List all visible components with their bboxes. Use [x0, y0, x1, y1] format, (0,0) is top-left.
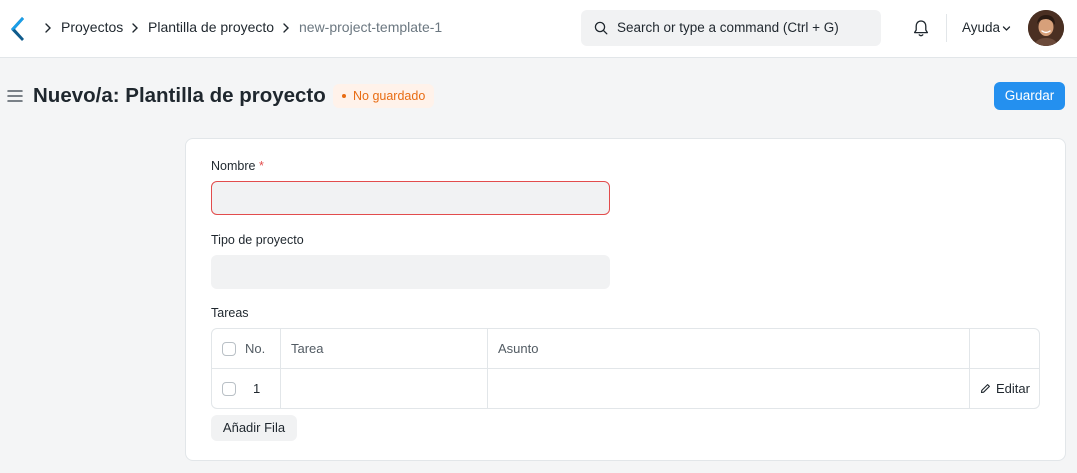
row-number: 1: [253, 381, 261, 396]
help-menu-button[interactable]: Ayuda: [962, 20, 1000, 35]
name-label: Nombre *: [211, 159, 264, 173]
tasks-table: No. Tarea Asunto 1 Editar: [211, 328, 1040, 409]
header-cell-task: Tarea: [281, 329, 488, 369]
chevron-right-icon: [283, 23, 289, 33]
save-button[interactable]: Guardar: [994, 82, 1065, 110]
row-edit-label: Editar: [996, 381, 1030, 396]
tasks-label: Tareas: [211, 306, 249, 320]
chevron-down-icon: [1002, 26, 1011, 31]
table-row[interactable]: 1 Editar: [212, 369, 1039, 408]
header-no: No.: [245, 341, 266, 356]
pencil-icon: [980, 384, 990, 394]
header-cell-no: No.: [212, 329, 281, 369]
header-cell-subject: Asunto: [488, 329, 970, 369]
status-badge: No guardado: [333, 84, 435, 108]
form-card: Nombre * Tipo de proyecto Tareas No. Tar…: [185, 138, 1066, 461]
chevron-right-icon: [132, 23, 138, 33]
row-cell-task[interactable]: [281, 369, 488, 408]
row-select-checkbox[interactable]: [222, 382, 236, 396]
notification-bell-icon[interactable]: [912, 19, 930, 38]
project-type-label: Tipo de proyecto: [211, 233, 304, 247]
app-logo-icon[interactable]: [10, 16, 26, 42]
required-mark: *: [258, 159, 264, 173]
row-edit-button[interactable]: Editar: [970, 369, 1039, 408]
row-cell-no: 1: [212, 369, 281, 408]
header-subject: Asunto: [498, 341, 539, 356]
search-placeholder: Search or type a command (Ctrl + G): [617, 20, 839, 35]
chevron-right-icon: [45, 23, 51, 33]
avatar-photo-icon: [1028, 10, 1064, 46]
name-field[interactable]: [211, 181, 610, 215]
breadcrumb-proyectos[interactable]: Proyectos: [61, 19, 123, 35]
navbar: Proyectos Plantilla de proyecto new-proj…: [0, 0, 1077, 58]
navbar-divider: [946, 14, 947, 42]
name-label-text: Nombre: [211, 159, 256, 173]
page-title: Nuevo/a: Plantilla de proyecto: [33, 84, 326, 107]
search-icon: [594, 21, 608, 35]
breadcrumb-current: new-project-template-1: [299, 19, 443, 35]
header-cell-actions: [970, 329, 1039, 369]
search-input[interactable]: Search or type a command (Ctrl + G): [581, 10, 881, 46]
header-task: Tarea: [291, 341, 324, 356]
project-type-field[interactable]: [211, 255, 610, 289]
breadcrumb-plantilla-de-proyecto[interactable]: Plantilla de proyecto: [148, 19, 274, 35]
table-header-row: No. Tarea Asunto: [212, 329, 1039, 369]
user-avatar[interactable]: [1028, 10, 1064, 46]
row-cell-subject[interactable]: [488, 369, 970, 408]
select-all-checkbox[interactable]: [222, 342, 236, 356]
add-row-button[interactable]: Añadir Fila: [211, 415, 297, 441]
sidebar-toggle-icon[interactable]: [7, 89, 23, 103]
